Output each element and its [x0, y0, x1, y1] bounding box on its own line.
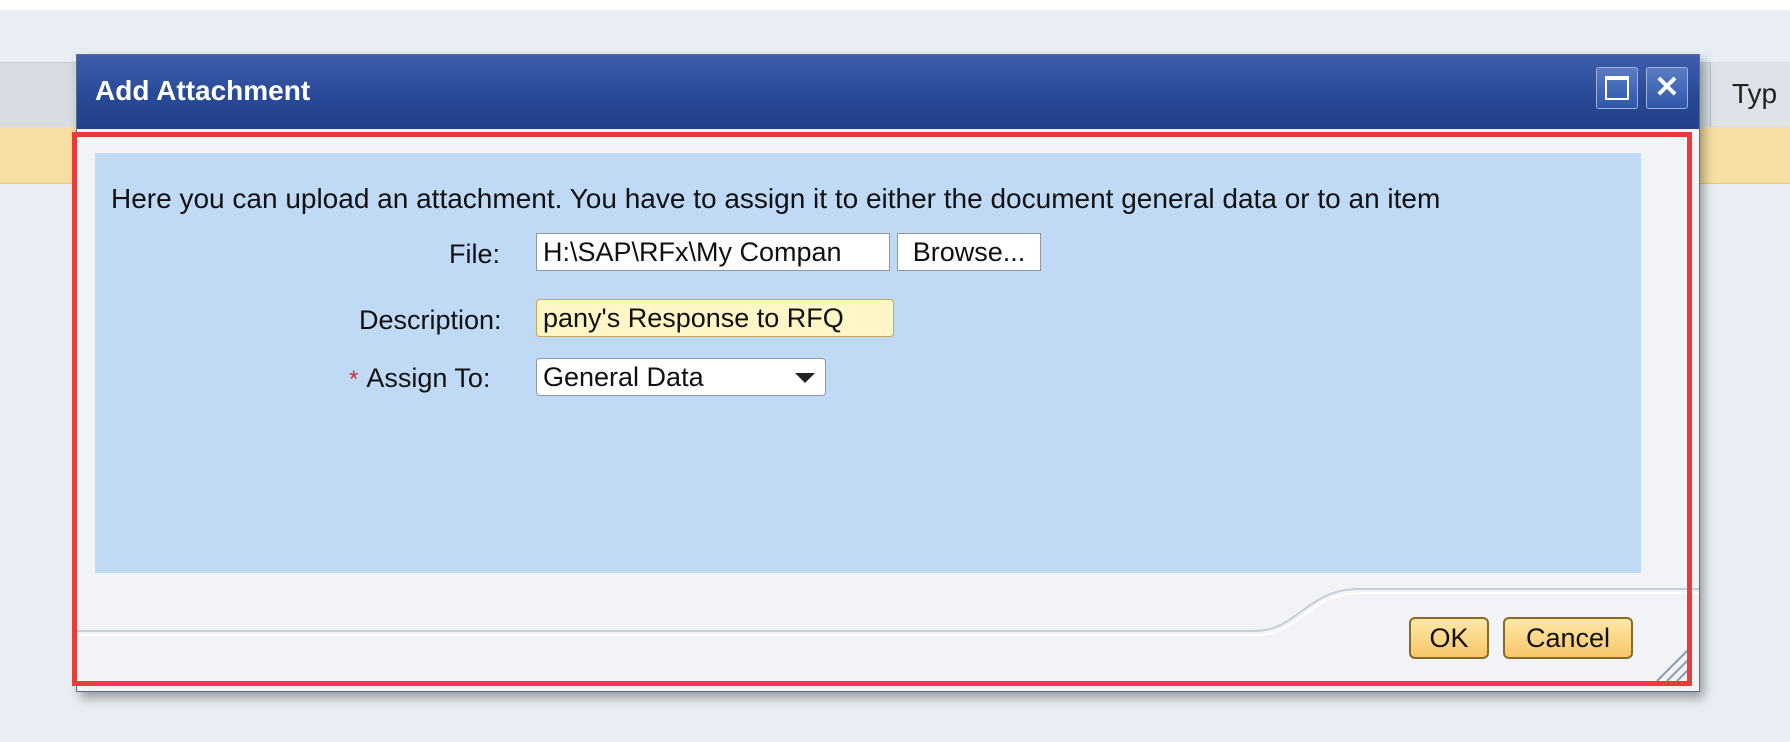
- maximize-button[interactable]: [1596, 67, 1638, 109]
- dialog-titlebar[interactable]: Add Attachment ✕: [77, 55, 1699, 129]
- close-icon: ✕: [1654, 71, 1680, 104]
- highlight-frame: [72, 132, 1692, 686]
- maximize-icon: [1605, 76, 1629, 100]
- table-header-type-label: Typ: [1732, 78, 1778, 109]
- close-button[interactable]: ✕: [1646, 67, 1688, 109]
- dialog-title: Add Attachment: [95, 75, 311, 106]
